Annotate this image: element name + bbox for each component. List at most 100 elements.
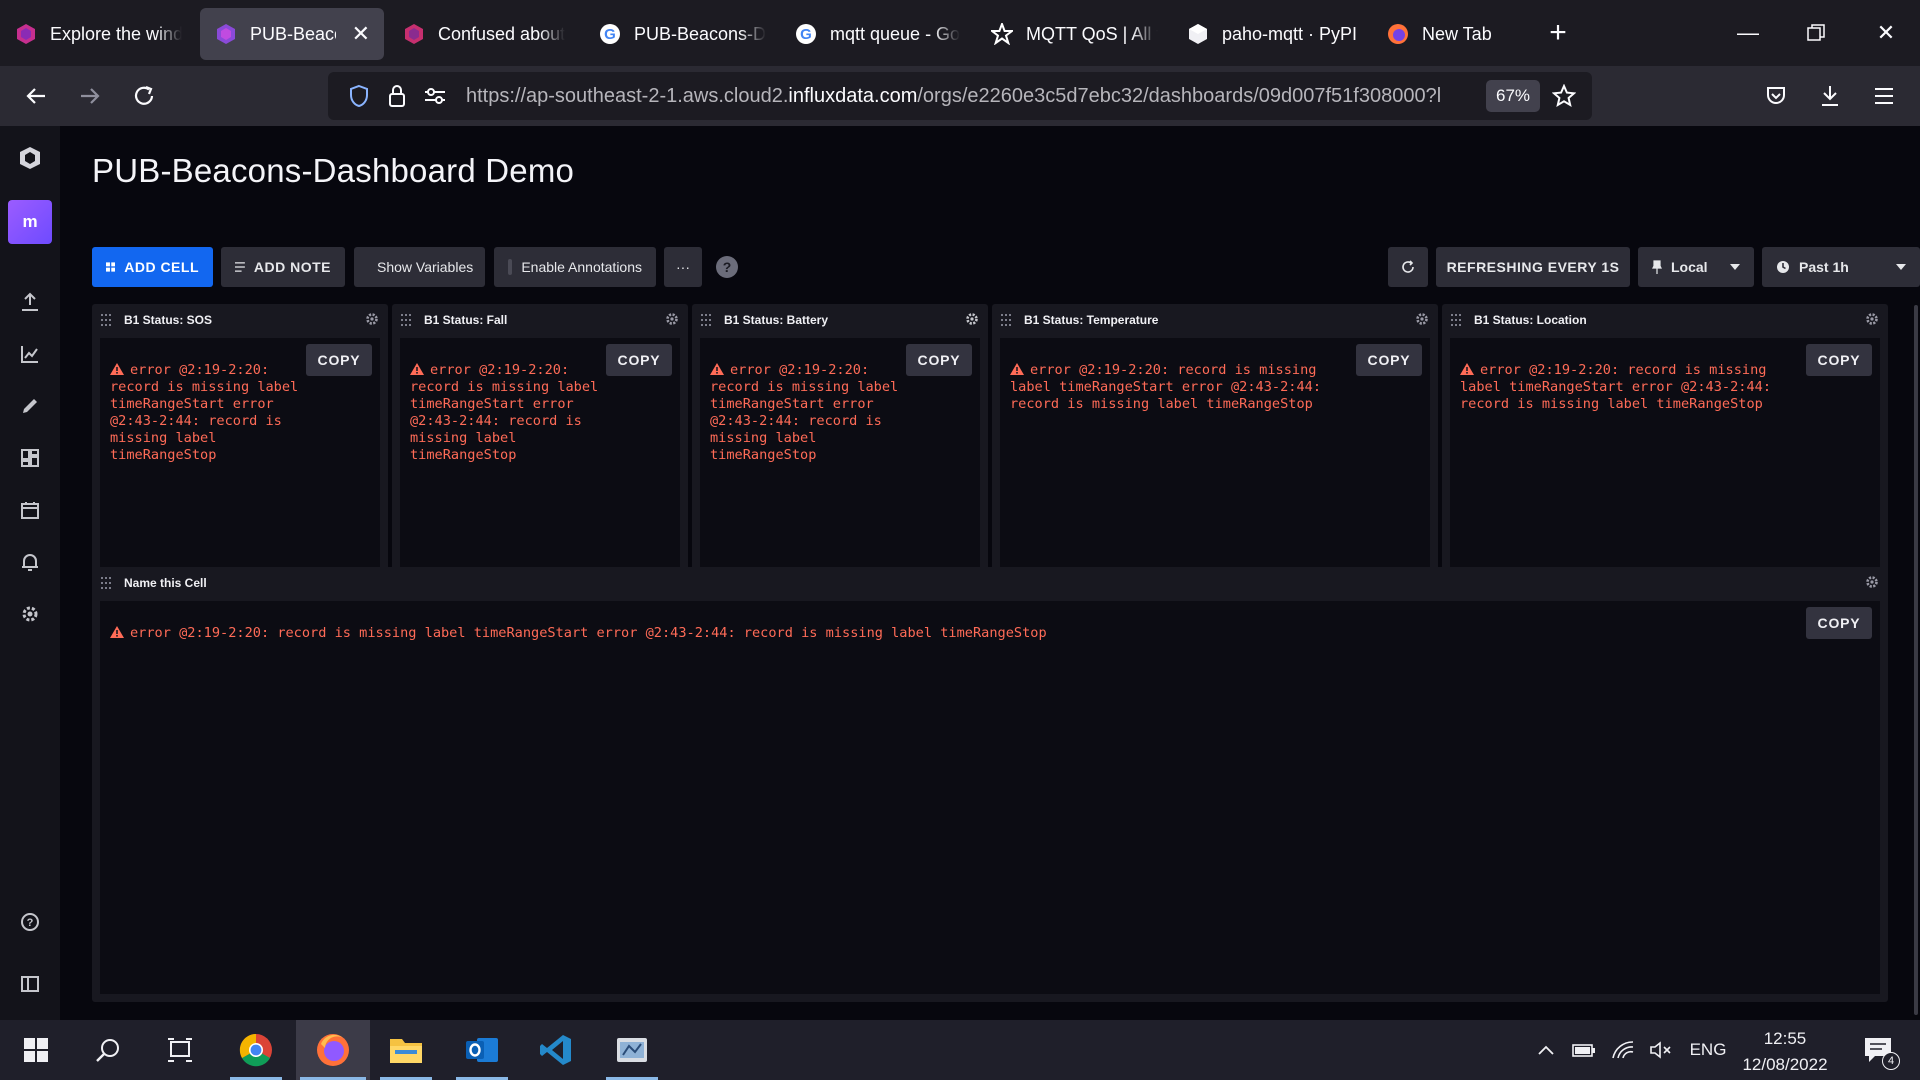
page-scrollbar[interactable] [1914,305,1918,1015]
drag-handle-icon[interactable] [701,314,713,326]
add-cell-button[interactable]: ADD CELL [92,247,213,287]
browser-tab[interactable]: G PUB-Beacons-Da [584,8,780,60]
zoom-level-badge[interactable]: 67% [1486,80,1541,112]
cell-header: B1 Status: Temperature [992,304,1438,336]
chevron-down-icon [1730,264,1740,270]
cell-gear-icon[interactable] [1415,312,1429,326]
influx-favicon-icon [214,22,238,46]
tracking-shield-icon[interactable] [342,79,376,113]
wifi-icon[interactable] [1604,1041,1642,1059]
help-icon[interactable]: ? [716,256,738,278]
error-text: error @2:19-2:20: record is missing labe… [1010,362,1321,412]
copy-error-button[interactable]: COPY [606,344,672,376]
show-variables-toggle[interactable]: Show Variables [354,247,485,287]
enable-annotations-toggle[interactable]: Enable Annotations [494,247,656,287]
add-note-button[interactable]: ADD NOTE [221,247,345,287]
speaker-muted-icon[interactable] [1642,1041,1680,1059]
influx-favicon-icon [402,22,426,46]
notebooks-pencil-icon[interactable] [0,386,60,426]
snipping-tool-taskbar-app[interactable] [602,1020,662,1080]
time-range-dropdown[interactable]: Past 1h [1762,247,1920,287]
drag-handle-icon[interactable] [101,577,113,589]
error-text: error @2:19-2:20: record is missing labe… [130,625,1047,641]
dashboard-cell-name-this-cell[interactable]: Name this Cell COPY error @2:19-2:20: re… [92,567,1888,1002]
collapse-nav-icon[interactable] [0,964,60,1004]
cell-gear-icon[interactable] [1865,312,1879,326]
drag-handle-icon[interactable] [1001,314,1013,326]
notifications-button[interactable]: 4 [1848,1020,1908,1080]
start-button[interactable] [6,1020,66,1080]
pocket-button[interactable] [1750,70,1802,122]
back-arrow-icon [26,88,45,104]
copy-error-button[interactable]: COPY [1356,344,1422,376]
influx-logo-icon[interactable] [0,138,60,178]
cell-gear-icon[interactable] [965,312,979,326]
browser-tab[interactable]: New Tab [1372,8,1522,60]
reload-button[interactable] [118,70,170,122]
url-bar[interactable]: https://ap-southeast-2-1.aws.cloud2.infl… [328,72,1592,120]
copy-error-button[interactable]: COPY [906,344,972,376]
settings-gear-icon[interactable] [0,594,60,634]
close-window-button[interactable]: ✕ [1852,0,1920,66]
forward-button[interactable] [64,70,116,122]
dashboards-icon[interactable] [0,438,60,478]
minimize-button[interactable]: — [1714,0,1782,66]
tasks-calendar-icon[interactable] [0,490,60,530]
browser-tab[interactable]: G mqtt queue - Go [780,8,976,60]
lock-icon[interactable] [380,79,414,113]
search-button[interactable] [78,1020,138,1080]
file-explorer-taskbar-app[interactable] [376,1020,436,1080]
cell-gear-icon[interactable] [365,312,379,326]
browser-tab[interactable]: paho-mqtt · PyPI [1172,8,1372,60]
outlook-taskbar-app[interactable] [452,1020,512,1080]
refresh-button[interactable] [1388,247,1428,287]
influx-left-nav: m ? [0,126,60,1020]
org-avatar[interactable]: m [8,200,52,244]
chrome-taskbar-app[interactable] [226,1020,286,1080]
star-favicon-icon [990,22,1014,46]
cell-gear-icon[interactable] [1865,575,1879,589]
help-question-icon[interactable]: ? [0,902,60,942]
auto-refresh-dropdown[interactable]: REFRESHING EVERY 1S [1436,247,1630,287]
firefox-taskbar-app[interactable] [296,1020,370,1080]
bookmark-star-icon[interactable] [1546,78,1582,114]
browser-tab-active[interactable]: PUB-Beacons- ✕ [200,8,384,60]
cell-header: Name this Cell [92,567,1888,599]
restore-button[interactable] [1782,0,1850,66]
notification-count-badge: 4 [1882,1052,1900,1070]
drag-handle-icon[interactable] [401,314,413,326]
back-button[interactable] [10,70,62,122]
error-message: error @2:19-2:20: record is missing labe… [410,362,606,464]
battery-icon[interactable] [1564,1042,1604,1058]
copy-error-button[interactable]: COPY [1806,344,1872,376]
grid-plus-icon [106,262,116,272]
copy-error-button[interactable]: COPY [1806,607,1872,639]
warning-triangle-icon [110,363,124,375]
new-tab-button[interactable]: + [1534,9,1582,57]
browser-tab[interactable]: Explore the wind [0,8,196,60]
error-message: error @2:19-2:20: record is missing labe… [110,362,306,464]
load-data-icon[interactable] [0,282,60,322]
drag-handle-icon[interactable] [101,314,113,326]
chevron-up-icon[interactable] [1528,1044,1564,1056]
alerts-bell-icon[interactable] [0,542,60,582]
permissions-icon[interactable] [418,79,452,113]
app-menu-button[interactable] [1858,70,1910,122]
task-view-button[interactable] [150,1020,210,1080]
language-indicator[interactable]: ENG [1680,1040,1736,1060]
more-options-button[interactable]: ··· [664,247,702,287]
browser-tab[interactable]: Confused about [388,8,584,60]
error-text: error @2:19-2:20: record is missing labe… [710,362,899,463]
url-text[interactable]: https://ap-southeast-2-1.aws.cloud2.infl… [466,85,1486,108]
cell-gear-icon[interactable] [665,312,679,326]
copy-error-button[interactable]: COPY [306,344,372,376]
browser-tab[interactable]: MQTT QoS | All t [976,8,1172,60]
vscode-taskbar-app[interactable] [526,1020,586,1080]
data-explorer-icon[interactable] [0,334,60,374]
close-tab-icon[interactable]: ✕ [352,21,370,47]
drag-handle-icon[interactable] [1451,314,1463,326]
system-clock[interactable]: 12:55 12/08/2022 [1730,1026,1840,1078]
page-title[interactable]: PUB-Beacons-Dashboard Demo [92,152,574,190]
downloads-button[interactable] [1804,70,1856,122]
timezone-dropdown[interactable]: Local [1638,247,1754,287]
